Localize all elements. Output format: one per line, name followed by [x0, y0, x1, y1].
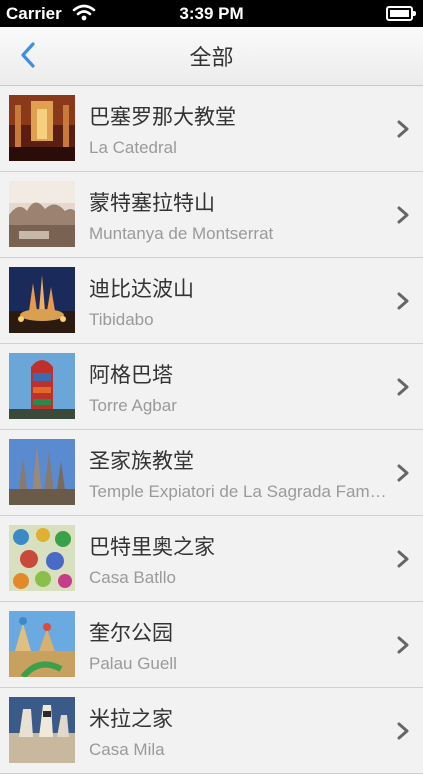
- item-title: 巴塞罗那大教堂: [89, 105, 236, 129]
- navigation-bar: 全部: [0, 27, 423, 86]
- thumbnail-image: [9, 267, 75, 333]
- list-item[interactable]: 巴塞罗那大教堂 La Catedral: [0, 86, 423, 172]
- item-subtitle: Casa Batllo: [89, 568, 176, 587]
- list-item[interactable]: 蒙特塞拉特山 Muntanya de Montserrat: [0, 172, 423, 258]
- list-item[interactable]: 圣家族教堂 Temple Expiatori de La Sagrada Fam…: [0, 430, 423, 516]
- page-title: 全部: [189, 46, 234, 71]
- status-bar: Carrier 3:39 PM: [0, 0, 423, 27]
- chevron-right-icon: [397, 464, 409, 482]
- item-title: 圣家族教堂: [89, 449, 194, 473]
- thumbnail-image: [9, 525, 75, 591]
- chevron-right-icon: [397, 378, 409, 396]
- item-subtitle: Torre Agbar: [89, 396, 177, 415]
- chevron-right-icon: [397, 292, 409, 310]
- item-title: 迪比达波山: [89, 277, 194, 301]
- item-title: 奎尔公园: [89, 621, 173, 645]
- thumbnail-image: [9, 95, 75, 161]
- item-subtitle: Palau Guell: [89, 654, 177, 673]
- item-title: 阿格巴塔: [89, 363, 173, 387]
- item-subtitle: Temple Expiatori de La Sagrada Família: [89, 482, 389, 501]
- attraction-list: 巴塞罗那大教堂 La Catedral 蒙特塞拉特山 Muntanya de M…: [0, 86, 423, 774]
- item-subtitle: Tibidabo: [89, 310, 154, 329]
- item-subtitle: La Catedral: [89, 138, 177, 157]
- chevron-right-icon: [397, 120, 409, 138]
- list-item[interactable]: 迪比达波山 Tibidabo: [0, 258, 423, 344]
- chevron-right-icon: [397, 550, 409, 568]
- thumbnail-image: [9, 697, 75, 763]
- chevron-right-icon: [397, 206, 409, 224]
- list-item[interactable]: 阿格巴塔 Torre Agbar: [0, 344, 423, 430]
- thumbnail-image: [9, 353, 75, 419]
- thumbnail-image: [9, 611, 75, 677]
- item-title: 米拉之家: [89, 707, 173, 731]
- chevron-right-icon: [397, 636, 409, 654]
- list-item[interactable]: 巴特里奥之家 Casa Batllo: [0, 516, 423, 602]
- item-subtitle: Muntanya de Montserrat: [89, 224, 274, 243]
- status-time: 3:39 PM: [179, 4, 244, 23]
- item-subtitle: Casa Mila: [89, 740, 165, 759]
- item-title: 蒙特塞拉特山: [89, 191, 215, 215]
- list-item[interactable]: 米拉之家 Casa Mila: [0, 688, 423, 774]
- battery-icon: [386, 6, 416, 21]
- thumbnail-image: [9, 439, 75, 505]
- thumbnail-image: [9, 181, 75, 247]
- item-title: 巴特里奥之家: [89, 535, 215, 559]
- list-item[interactable]: 奎尔公园 Palau Guell: [0, 602, 423, 688]
- chevron-right-icon: [397, 722, 409, 740]
